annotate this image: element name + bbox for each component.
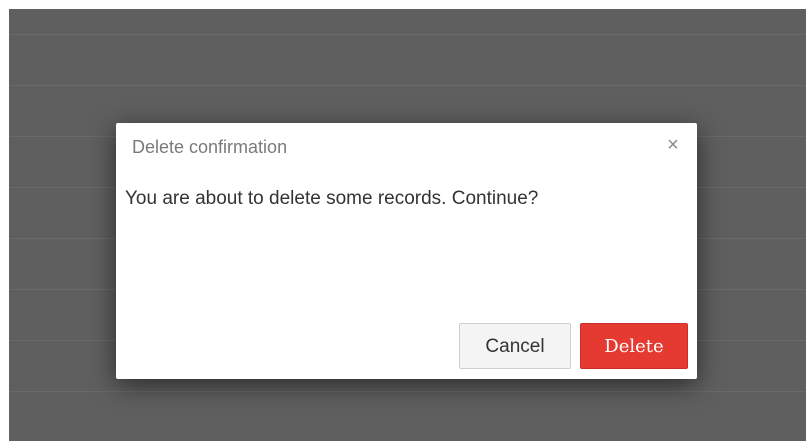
- dialog-message: You are about to delete some records. Co…: [125, 188, 539, 209]
- delete-button[interactable]: Delete: [580, 323, 688, 369]
- cancel-button[interactable]: Cancel: [459, 323, 571, 369]
- background-row-divider: [9, 34, 806, 35]
- background-row-divider: [9, 85, 806, 86]
- close-icon[interactable]: ×: [663, 134, 683, 156]
- delete-confirmation-dialog: Delete confirmation × You are about to d…: [116, 123, 697, 379]
- dialog-title: Delete confirmation: [132, 137, 288, 157]
- screen: Delete confirmation × You are about to d…: [0, 0, 806, 441]
- background-row-divider: [9, 391, 806, 392]
